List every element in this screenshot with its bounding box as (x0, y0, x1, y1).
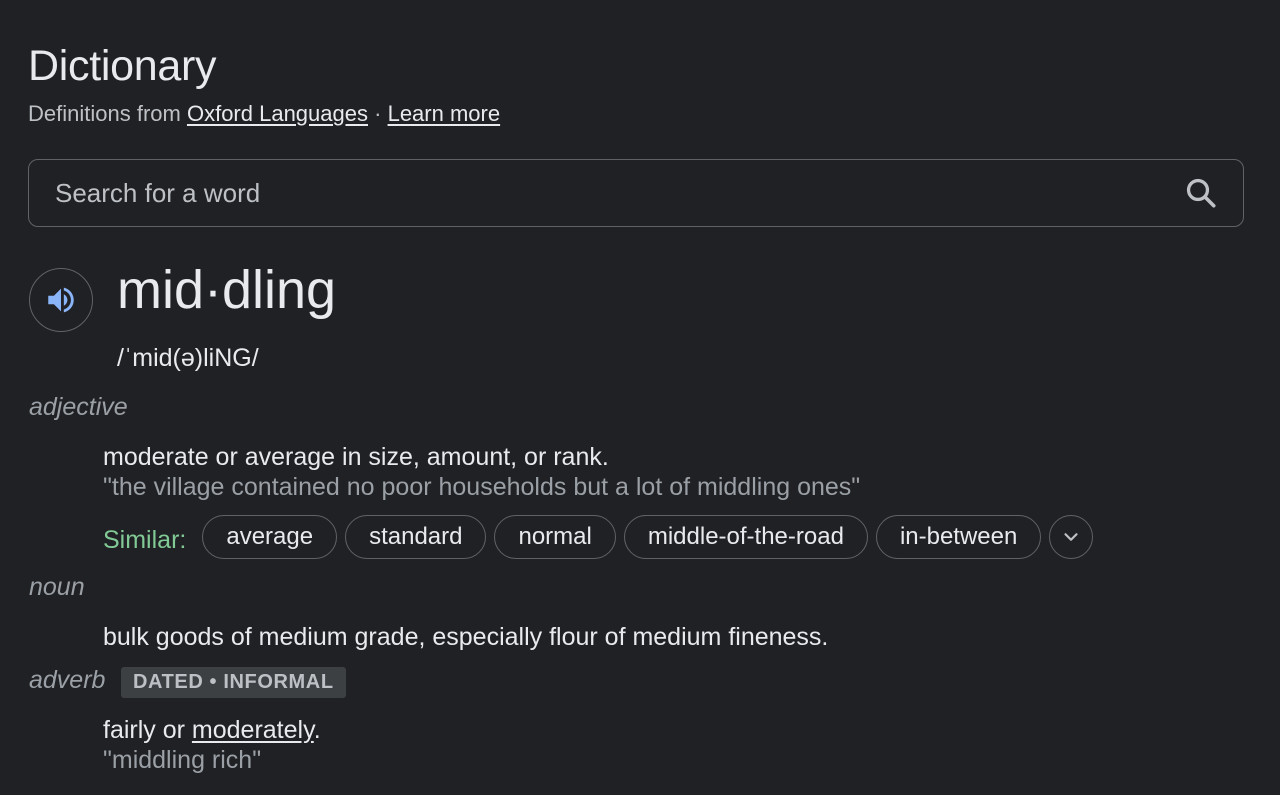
similar-chip[interactable]: middle-of-the-road (623, 515, 868, 559)
similar-chip[interactable]: normal (494, 515, 616, 559)
example-adverb: "middling rich" (103, 746, 262, 774)
similar-words-row: Similar: average standard normal middle-… (103, 514, 1094, 560)
search-box (28, 159, 1244, 227)
definition-adverb: fairly or moderately. (103, 715, 321, 745)
similar-chip[interactable]: standard (345, 515, 487, 559)
source-prefix: Definitions from (28, 101, 181, 126)
speaker-icon (48, 287, 74, 313)
similar-chip[interactable]: average (202, 515, 338, 559)
similar-chip[interactable]: in-between (875, 515, 1042, 559)
pronunciation-button[interactable] (29, 268, 93, 332)
search-input[interactable] (29, 159, 1181, 227)
headword: mid·dling (117, 260, 337, 320)
example-adjective: "the village contained no poor household… (103, 473, 861, 501)
expand-similar-button[interactable] (1049, 515, 1094, 559)
source-line: Definitions from Oxford Languages · Lear… (28, 100, 500, 128)
usage-label-badge: DATED • INFORMAL (121, 667, 346, 698)
part-of-speech-adjective: adjective (29, 393, 128, 421)
definition-noun: bulk goods of medium grade, especially f… (103, 623, 829, 651)
definition-suffix: . (313, 716, 321, 744)
search-icon[interactable] (1181, 173, 1221, 213)
definition-adjective: moderate or average in size, amount, or … (103, 443, 609, 471)
chevron-down-icon (1064, 533, 1078, 541)
part-of-speech-adverb: adverb (29, 666, 106, 694)
page-title: Dictionary (28, 42, 217, 90)
definition-prefix: fairly or (103, 716, 192, 744)
part-of-speech-noun: noun (29, 573, 85, 601)
separator: · (374, 101, 382, 126)
phonetic-spelling: /ˈmid(ə)liNG/ (117, 344, 259, 372)
similar-label: Similar: (103, 525, 187, 554)
moderately-link[interactable]: moderately (192, 716, 314, 744)
learn-more-link[interactable]: Learn more (388, 101, 501, 126)
dictionary-panel: Dictionary Definitions from Oxford Langu… (0, 0, 1280, 795)
oxford-languages-link[interactable]: Oxford Languages (187, 101, 368, 126)
